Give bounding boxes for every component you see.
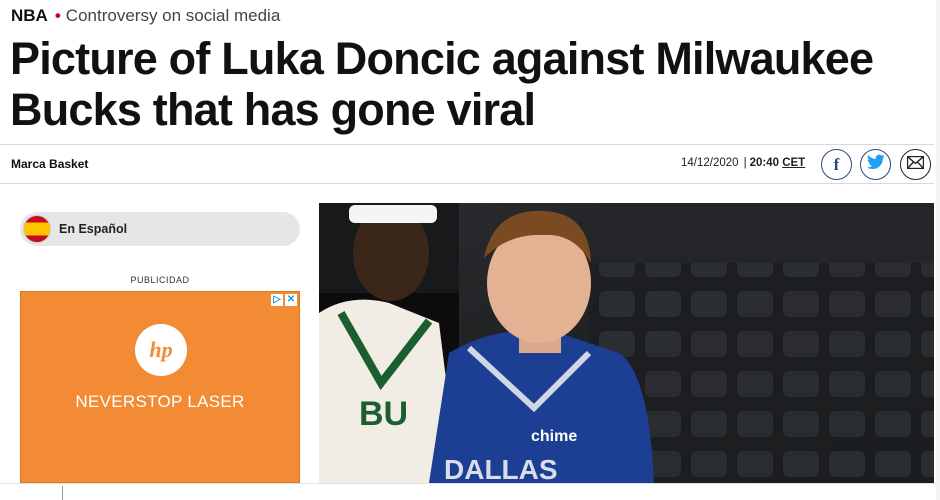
advertisement-banner[interactable]: ▷ ✕ hp NEVERSTOP LASER <box>20 291 300 483</box>
article-headline: Picture of Luka Doncic against Milwaukee… <box>10 33 874 135</box>
article-time: 20:40 <box>749 157 779 169</box>
article-dateline: 14/12/2020 | 20:40 CET <box>681 157 805 169</box>
article-main-photo: BU chime DALLAS <box>319 203 934 483</box>
page-bottom-strip <box>0 483 940 500</box>
ad-close-icon[interactable]: ✕ <box>285 294 297 306</box>
language-label: En Español <box>59 222 128 236</box>
jersey-sponsor-text: chime <box>531 428 577 445</box>
share-twitter-button[interactable] <box>860 149 891 180</box>
ad-info-icon[interactable]: ▷ <box>271 294 283 306</box>
language-switch-button[interactable]: En Español <box>20 212 300 246</box>
facebook-icon: f <box>833 154 840 174</box>
kicker-topic: Controversy on social media <box>65 6 281 25</box>
bottom-divider <box>62 486 63 500</box>
article-date: 14/12/2020 <box>681 157 739 169</box>
section-link[interactable]: NBA <box>11 6 48 25</box>
hp-logo-text: hp <box>149 337 172 362</box>
hp-logo: hp <box>135 324 187 376</box>
ad-label: PUBLICIDAD <box>130 275 190 285</box>
share-facebook-button[interactable]: f <box>821 149 852 180</box>
mavs-jersey-text: DALLAS <box>444 454 558 483</box>
article-kicker: NBA • Controversy on social media <box>11 5 280 27</box>
scrollbar-track[interactable] <box>936 0 940 500</box>
ad-tagline: NEVERSTOP LASER <box>75 392 245 411</box>
kicker-dot: • <box>54 6 61 25</box>
divider-top <box>0 144 934 145</box>
bucks-jersey-text: BU <box>359 395 408 433</box>
dateline-separator: | <box>743 157 747 169</box>
twitter-icon <box>866 154 885 175</box>
email-icon <box>906 155 925 174</box>
photo-illustration: BU chime DALLAS <box>319 203 934 483</box>
article-author[interactable]: Marca Basket <box>11 157 88 171</box>
article-timezone: CET <box>782 157 806 169</box>
ad-choices[interactable]: ▷ ✕ <box>271 294 297 306</box>
spain-flag-icon <box>23 215 51 243</box>
divider-bottom <box>0 183 934 184</box>
share-email-button[interactable] <box>900 149 931 180</box>
